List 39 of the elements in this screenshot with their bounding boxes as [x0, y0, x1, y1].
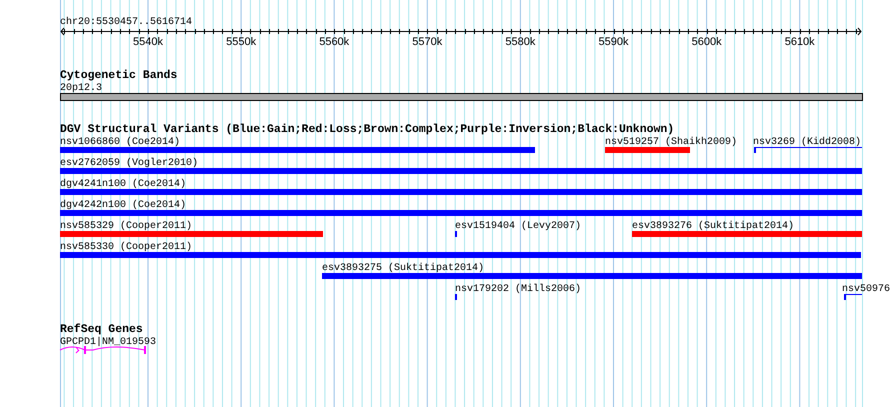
feature-label: esv1519404 (Levy2007) — [455, 221, 582, 232]
variant-bar[interactable] — [605, 147, 690, 153]
feature-label: nsv585330 (Cooper2011) — [60, 242, 192, 253]
feature-label: esv2762059 (Vogler2010) — [60, 158, 198, 169]
feature-label: 20p12.3 — [60, 83, 102, 94]
variant-bar[interactable] — [60, 252, 861, 258]
feature-label: nsv1066860 (Coe2014) — [60, 137, 180, 148]
feature-label: esv3893275 (Suktitipat2014) — [322, 263, 484, 274]
gene-model-drawing[interactable] — [60, 346, 146, 354]
ruler-tick-label: 5550k — [226, 36, 256, 48]
track-title: DGV Structural Variants (Blue:Gain;Red:Loss;Brown:Complex;Purple:Inversion;Black:Unknown) — [60, 123, 674, 136]
ruler-tick-label: 5570k — [412, 36, 442, 48]
variant-span[interactable] — [844, 294, 862, 300]
variant-bar[interactable] — [322, 273, 862, 279]
feature-label: nsv50976 — [842, 284, 890, 295]
variant-bar[interactable] — [632, 231, 862, 237]
feature-label: nsv3269 (Kidd2008) — [753, 137, 862, 148]
region-label: chr20:5530457..5616714 — [60, 17, 192, 28]
track-title: Cytogenetic Bands — [60, 69, 178, 82]
variant-span[interactable] — [754, 147, 862, 153]
ruler-tick-label: 5590k — [598, 36, 628, 48]
feature-label: GPCPD1|NM_019593 — [60, 337, 156, 348]
feature-label: nsv585329 (Cooper2011) — [60, 221, 192, 232]
feature-label: dgv4242n100 (Coe2014) — [60, 200, 186, 211]
ruler-tick-label: 5540k — [133, 36, 163, 48]
ruler-tick-label: 5560k — [319, 36, 350, 48]
ruler-tick-label: 5610k — [784, 36, 815, 48]
variant-bar[interactable] — [60, 189, 862, 195]
feature-label: nsv519257 (Shaikh2009) — [605, 137, 738, 148]
ruler-tick-label: 5580k — [505, 36, 536, 48]
track-title: RefSeq Genes — [60, 323, 143, 336]
variant-bar[interactable] — [60, 210, 862, 216]
ruler-tick-label: 5600k — [692, 36, 722, 48]
feature-label: nsv179202 (Mills2006) — [455, 284, 582, 295]
feature-label: dgv4241n100 (Coe2014) — [60, 179, 186, 190]
variant-bar[interactable] — [60, 147, 535, 153]
variant-bar[interactable] — [60, 168, 862, 174]
variant-bar[interactable] — [60, 231, 323, 237]
feature-label: esv3893276 (Suktitipat2014) — [632, 221, 794, 232]
